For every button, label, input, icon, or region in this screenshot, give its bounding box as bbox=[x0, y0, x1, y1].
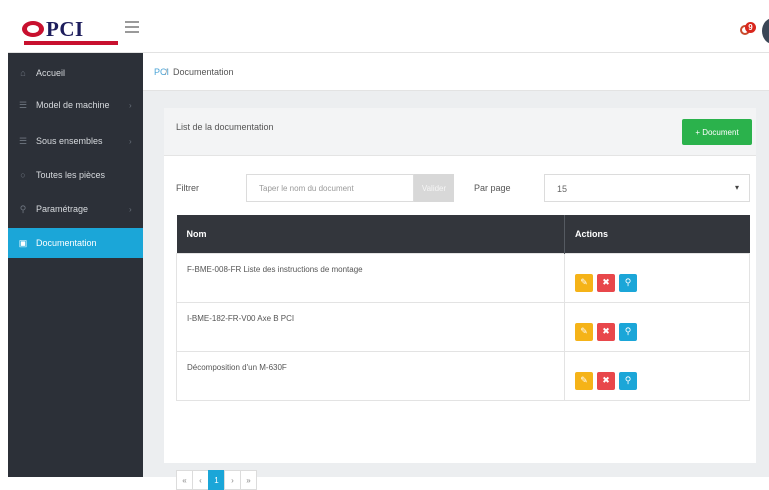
search-icon[interactable]: ⚲ bbox=[619, 371, 637, 390]
logo-text: PCI bbox=[46, 17, 84, 41]
sidebar-item-label: Toutes les pièces bbox=[36, 170, 106, 180]
sidebar-item-parametrage[interactable]: ⚲ Paramétrage › bbox=[8, 194, 143, 224]
logo-mark-icon bbox=[22, 21, 44, 37]
per-page-value: 15 bbox=[557, 184, 568, 194]
menu-toggle-icon[interactable] bbox=[125, 21, 139, 33]
app-window: PCI 9 ⌂ Accueil ☰ Model de machine › ☰ S… bbox=[0, 0, 769, 490]
user-avatar[interactable] bbox=[762, 18, 769, 44]
notifications-button[interactable]: 9 bbox=[740, 22, 756, 38]
edit-icon[interactable]: ✎ bbox=[575, 371, 593, 390]
page-last-button[interactable]: » bbox=[240, 470, 257, 490]
breadcrumb-separator: / bbox=[165, 67, 168, 77]
page-first-button[interactable]: « bbox=[176, 470, 193, 490]
pci-logo[interactable]: PCI bbox=[22, 17, 122, 45]
wrench-icon: ⚲ bbox=[19, 204, 27, 214]
chevron-right-icon: › bbox=[129, 204, 132, 214]
delete-icon[interactable]: ✖ bbox=[597, 322, 615, 341]
column-header-actions: Actions bbox=[564, 215, 750, 253]
per-page-select[interactable]: 15 ▾ bbox=[544, 174, 750, 202]
filter-input[interactable]: Taper le nom du document bbox=[246, 174, 414, 202]
main-content: PCI / Documentation List de la documenta… bbox=[143, 53, 769, 490]
document-icon: ▣ bbox=[18, 238, 28, 248]
actions-cell: ✎ ✖ ⚲ bbox=[564, 301, 750, 352]
top-header: PCI 9 bbox=[8, 8, 769, 53]
sidebar-item-label: Sous ensembles bbox=[36, 136, 103, 146]
sidebar-item-model-de-machine[interactable]: ☰ Model de machine › bbox=[8, 90, 143, 120]
search-icon[interactable]: ⚲ bbox=[619, 273, 637, 292]
sidebar-item-label: Documentation bbox=[36, 238, 97, 248]
filter-submit-button[interactable]: Valider bbox=[414, 174, 454, 202]
list-icon: ☰ bbox=[18, 136, 28, 146]
table-row: I-BME-182-FR-V00 Axe B PCI ✎ ✖ ⚲ bbox=[176, 301, 750, 352]
filter-label: Filtrer bbox=[176, 183, 199, 193]
search-icon[interactable]: ⚲ bbox=[619, 322, 637, 341]
sidebar: ⌂ Accueil ☰ Model de machine › ☰ Sous en… bbox=[8, 53, 143, 477]
table-header-row: Nom Actions bbox=[176, 215, 750, 253]
table-row: F-BME-008-FR Liste des instructions de m… bbox=[176, 252, 750, 303]
document-name: Décomposition d'un M-630F bbox=[176, 350, 565, 401]
sidebar-item-documentation[interactable]: ▣ Documentation bbox=[8, 228, 143, 258]
column-header-name[interactable]: Nom bbox=[176, 215, 565, 253]
card-header: List de la documentation + Document bbox=[164, 108, 756, 156]
documentation-card: List de la documentation + Document Filt… bbox=[164, 108, 756, 490]
edit-icon[interactable]: ✎ bbox=[575, 322, 593, 341]
breadcrumb-current: Documentation bbox=[173, 67, 234, 77]
document-name: F-BME-008-FR Liste des instructions de m… bbox=[176, 252, 565, 303]
table-row: Décomposition d'un M-630F ✎ ✖ ⚲ bbox=[176, 350, 750, 401]
breadcrumb: PCI / Documentation bbox=[143, 53, 769, 91]
actions-cell: ✎ ✖ ⚲ bbox=[564, 350, 750, 401]
logo-underline bbox=[24, 41, 118, 45]
notification-badge: 9 bbox=[745, 22, 756, 33]
sidebar-item-label: Accueil bbox=[36, 68, 66, 78]
delete-icon[interactable]: ✖ bbox=[597, 371, 615, 390]
pagination: « ‹ 1 › » bbox=[176, 470, 257, 490]
sidebar-item-toutes-les-pieces[interactable]: ○ Toutes les pièces bbox=[8, 160, 143, 190]
per-page-label: Par page bbox=[474, 183, 511, 193]
circle-icon: ○ bbox=[20, 170, 26, 180]
documents-table: Nom Actions F-BME-008-FR Liste des instr… bbox=[176, 215, 750, 401]
chevron-right-icon: › bbox=[129, 136, 132, 146]
sidebar-item-label: Model de machine bbox=[36, 100, 110, 110]
sidebar-item-sous-ensembles[interactable]: ☰ Sous ensembles › bbox=[8, 126, 143, 156]
document-name: I-BME-182-FR-V00 Axe B PCI bbox=[176, 301, 565, 352]
actions-cell: ✎ ✖ ⚲ bbox=[564, 252, 750, 303]
card-title: List de la documentation bbox=[176, 122, 274, 132]
page-current-button[interactable]: 1 bbox=[208, 470, 225, 490]
edit-icon[interactable]: ✎ bbox=[575, 273, 593, 292]
list-icon: ☰ bbox=[18, 100, 28, 110]
caret-down-icon: ▾ bbox=[735, 183, 740, 192]
page-next-button[interactable]: › bbox=[224, 470, 241, 490]
page-prev-button[interactable]: ‹ bbox=[192, 470, 209, 490]
home-icon: ⌂ bbox=[20, 68, 26, 78]
add-document-button[interactable]: + Document bbox=[682, 119, 752, 145]
sidebar-item-accueil[interactable]: ⌂ Accueil bbox=[8, 58, 143, 88]
sidebar-item-label: Paramétrage bbox=[36, 204, 89, 214]
chevron-right-icon: › bbox=[129, 100, 132, 110]
delete-icon[interactable]: ✖ bbox=[597, 273, 615, 292]
